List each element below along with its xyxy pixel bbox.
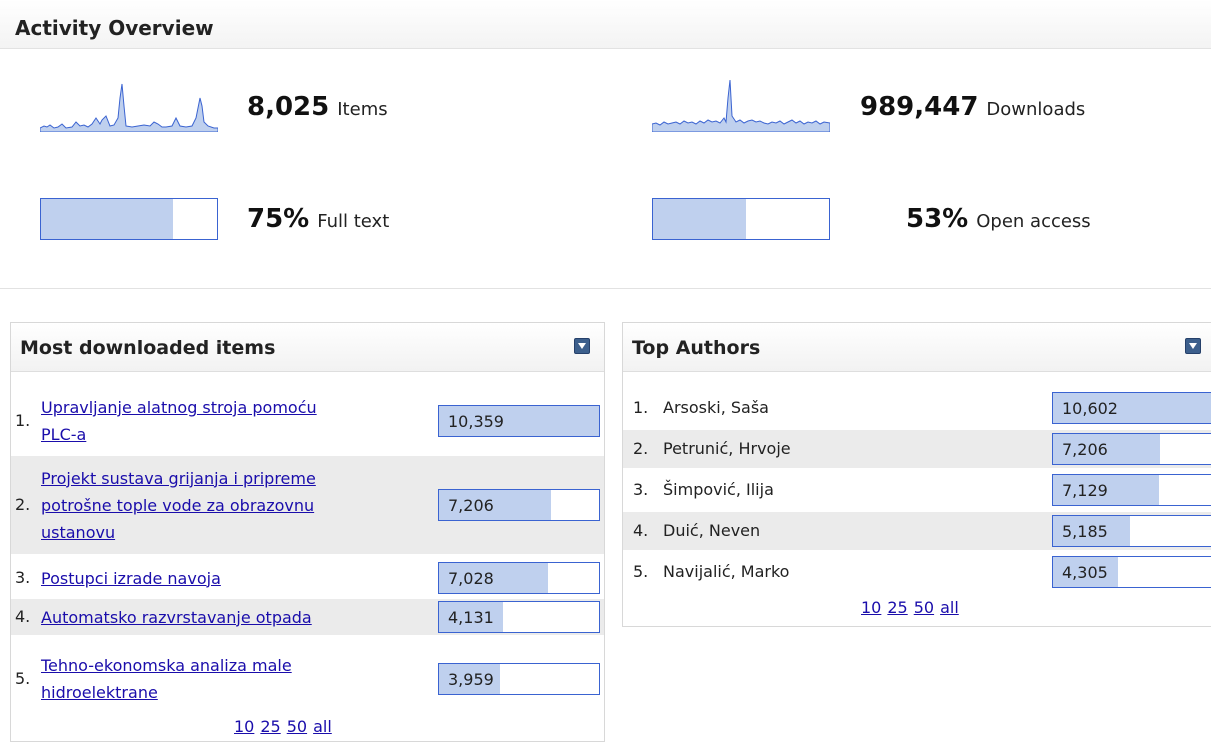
author-count-bar: 7,129 xyxy=(1052,474,1211,506)
item-title-line[interactable]: potrošne tople vode za obrazovnu xyxy=(41,492,411,519)
activity-overview-title: Activity Overview xyxy=(15,16,214,40)
pager-link-all[interactable]: all xyxy=(313,717,332,736)
author-count: 10,602 xyxy=(1062,399,1118,418)
item-title-link[interactable]: Postupci izrade navoja xyxy=(41,565,411,592)
table-row: 5. Navijalić, Marko 4,305 xyxy=(623,553,1211,591)
fulltext-stat: 75% Full text xyxy=(247,204,389,234)
download-count: 10,359 xyxy=(448,412,504,431)
table-row: 1. Arsoski, Saša 10,602 xyxy=(623,389,1211,427)
fulltext-bar xyxy=(40,198,218,240)
most-downloaded-header: Most downloaded items xyxy=(11,323,604,372)
pager-link-50[interactable]: 50 xyxy=(914,598,934,617)
openaccess-percent: 53% xyxy=(906,204,969,234)
item-title-line[interactable]: Postupci izrade navoja xyxy=(41,565,411,592)
table-row: 3. Postupci izrade navoja 7,028 xyxy=(11,560,604,596)
top-authors-title: Top Authors xyxy=(632,337,761,359)
downloads-sparkline xyxy=(652,79,830,132)
fulltext-bar-fill xyxy=(41,199,173,239)
item-title-link[interactable]: Tehno-ekonomska analiza male hidroelektra… xyxy=(41,652,411,706)
author-count: 4,305 xyxy=(1062,563,1108,582)
most-downloaded-title: Most downloaded items xyxy=(20,337,276,359)
item-title-line[interactable]: Upravljanje alatnog stroja pomoću xyxy=(41,394,411,421)
author-count-bar: 7,206 xyxy=(1052,433,1211,465)
item-title-line[interactable]: ustanovu xyxy=(41,519,411,546)
download-count: 3,959 xyxy=(448,670,494,689)
author-name: Navijalić, Marko xyxy=(663,562,790,581)
table-row: 3. Šimpović, Ilija 7,129 xyxy=(623,471,1211,509)
items-label: Items xyxy=(337,99,388,120)
author-name: Petrunić, Hrvoje xyxy=(663,439,791,458)
author-count: 7,206 xyxy=(1062,440,1108,459)
item-title-link[interactable]: Upravljanje alatnog stroja pomoću PLC-a xyxy=(41,394,411,448)
openaccess-bar xyxy=(652,198,830,240)
section-divider xyxy=(0,288,1211,289)
row-rank: 4. xyxy=(633,521,649,540)
download-count: 7,206 xyxy=(448,496,494,515)
row-rank: 2. xyxy=(15,495,31,514)
item-title-line[interactable]: Projekt sustava grijanja i pripreme xyxy=(41,465,411,492)
item-title-link[interactable]: Automatsko razvrstavanje otpada xyxy=(41,604,411,631)
author-count: 7,129 xyxy=(1062,481,1108,500)
downloads-count: 989,447 xyxy=(860,92,979,122)
fulltext-percent: 75% xyxy=(247,204,310,234)
item-title-link[interactable]: Projekt sustava grijanja i pripreme potro… xyxy=(41,465,411,546)
collapse-arrow-icon[interactable] xyxy=(1185,338,1201,354)
downloads-label: Downloads xyxy=(986,99,1086,120)
most-downloaded-pager: 10 25 50 all xyxy=(234,717,338,736)
table-row: 2. Projekt sustava grijanja i pripreme pot… xyxy=(11,456,604,554)
items-stat: 8,025 Items xyxy=(247,92,388,122)
author-count: 5,185 xyxy=(1062,522,1108,541)
row-rank: 1. xyxy=(15,411,31,430)
author-name: Arsoski, Saša xyxy=(663,398,769,417)
top-authors-header: Top Authors xyxy=(623,323,1211,372)
table-row: 5. Tehno-ekonomska analiza male hidroelekt… xyxy=(11,649,604,709)
openaccess-bar-fill xyxy=(653,199,747,239)
row-rank: 5. xyxy=(633,562,649,581)
row-rank: 1. xyxy=(633,398,649,417)
pager-link-10[interactable]: 10 xyxy=(234,717,254,736)
pager-link-25[interactable]: 25 xyxy=(260,717,280,736)
fulltext-label: Full text xyxy=(317,211,390,232)
download-count-bar: 4,131 xyxy=(438,601,600,633)
collapse-arrow-icon[interactable] xyxy=(574,338,590,354)
items-count: 8,025 xyxy=(247,92,330,122)
row-rank: 2. xyxy=(633,439,649,458)
author-count-bar: 5,185 xyxy=(1052,515,1211,547)
row-rank: 4. xyxy=(15,607,31,626)
author-name: Šimpović, Ilija xyxy=(663,480,774,499)
pager-link-all[interactable]: all xyxy=(940,598,959,617)
row-rank: 3. xyxy=(633,480,649,499)
item-title-line[interactable]: Automatsko razvrstavanje otpada xyxy=(41,604,411,631)
most-downloaded-panel: Most downloaded items 1. Upravljanje alat… xyxy=(10,322,605,742)
top-authors-pager: 10 25 50 all xyxy=(861,598,965,617)
openaccess-label: Open access xyxy=(976,211,1091,232)
pager-link-50[interactable]: 50 xyxy=(287,717,307,736)
downloads-stat: 989,447 Downloads xyxy=(860,92,1085,122)
openaccess-stat: 53% Open access xyxy=(906,204,1091,234)
activity-overview-header: Activity Overview xyxy=(0,0,1211,49)
download-count: 4,131 xyxy=(448,608,494,627)
table-row: 1. Upravljanje alatnog stroja pomoću PLC-a… xyxy=(11,389,604,453)
row-rank: 3. xyxy=(15,568,31,587)
pager-link-25[interactable]: 25 xyxy=(887,598,907,617)
table-row: 2. Petrunić, Hrvoje 7,206 xyxy=(623,430,1211,468)
download-count-bar: 10,359 xyxy=(438,405,600,437)
download-count-bar: 7,028 xyxy=(438,562,600,594)
download-count-bar: 7,206 xyxy=(438,489,600,521)
download-count-bar: 3,959 xyxy=(438,663,600,695)
table-row: 4. Duić, Neven 5,185 xyxy=(623,512,1211,550)
item-title-line[interactable]: Tehno-ekonomska analiza male xyxy=(41,652,411,679)
top-authors-panel: Top Authors 1. Arsoski, Saša 10,602 2. Petru… xyxy=(622,322,1211,627)
row-rank: 5. xyxy=(15,669,31,688)
item-title-line[interactable]: PLC-a xyxy=(41,421,411,448)
items-sparkline xyxy=(40,83,218,132)
author-count-bar: 4,305 xyxy=(1052,556,1211,588)
pager-link-10[interactable]: 10 xyxy=(861,598,881,617)
item-title-line[interactable]: hidroelektrane xyxy=(41,679,411,706)
author-name: Duić, Neven xyxy=(663,521,761,540)
table-row: 4. Automatsko razvrstavanje otpada 4,131 xyxy=(11,599,604,635)
author-count-bar: 10,602 xyxy=(1052,392,1211,424)
download-count: 7,028 xyxy=(448,569,494,588)
